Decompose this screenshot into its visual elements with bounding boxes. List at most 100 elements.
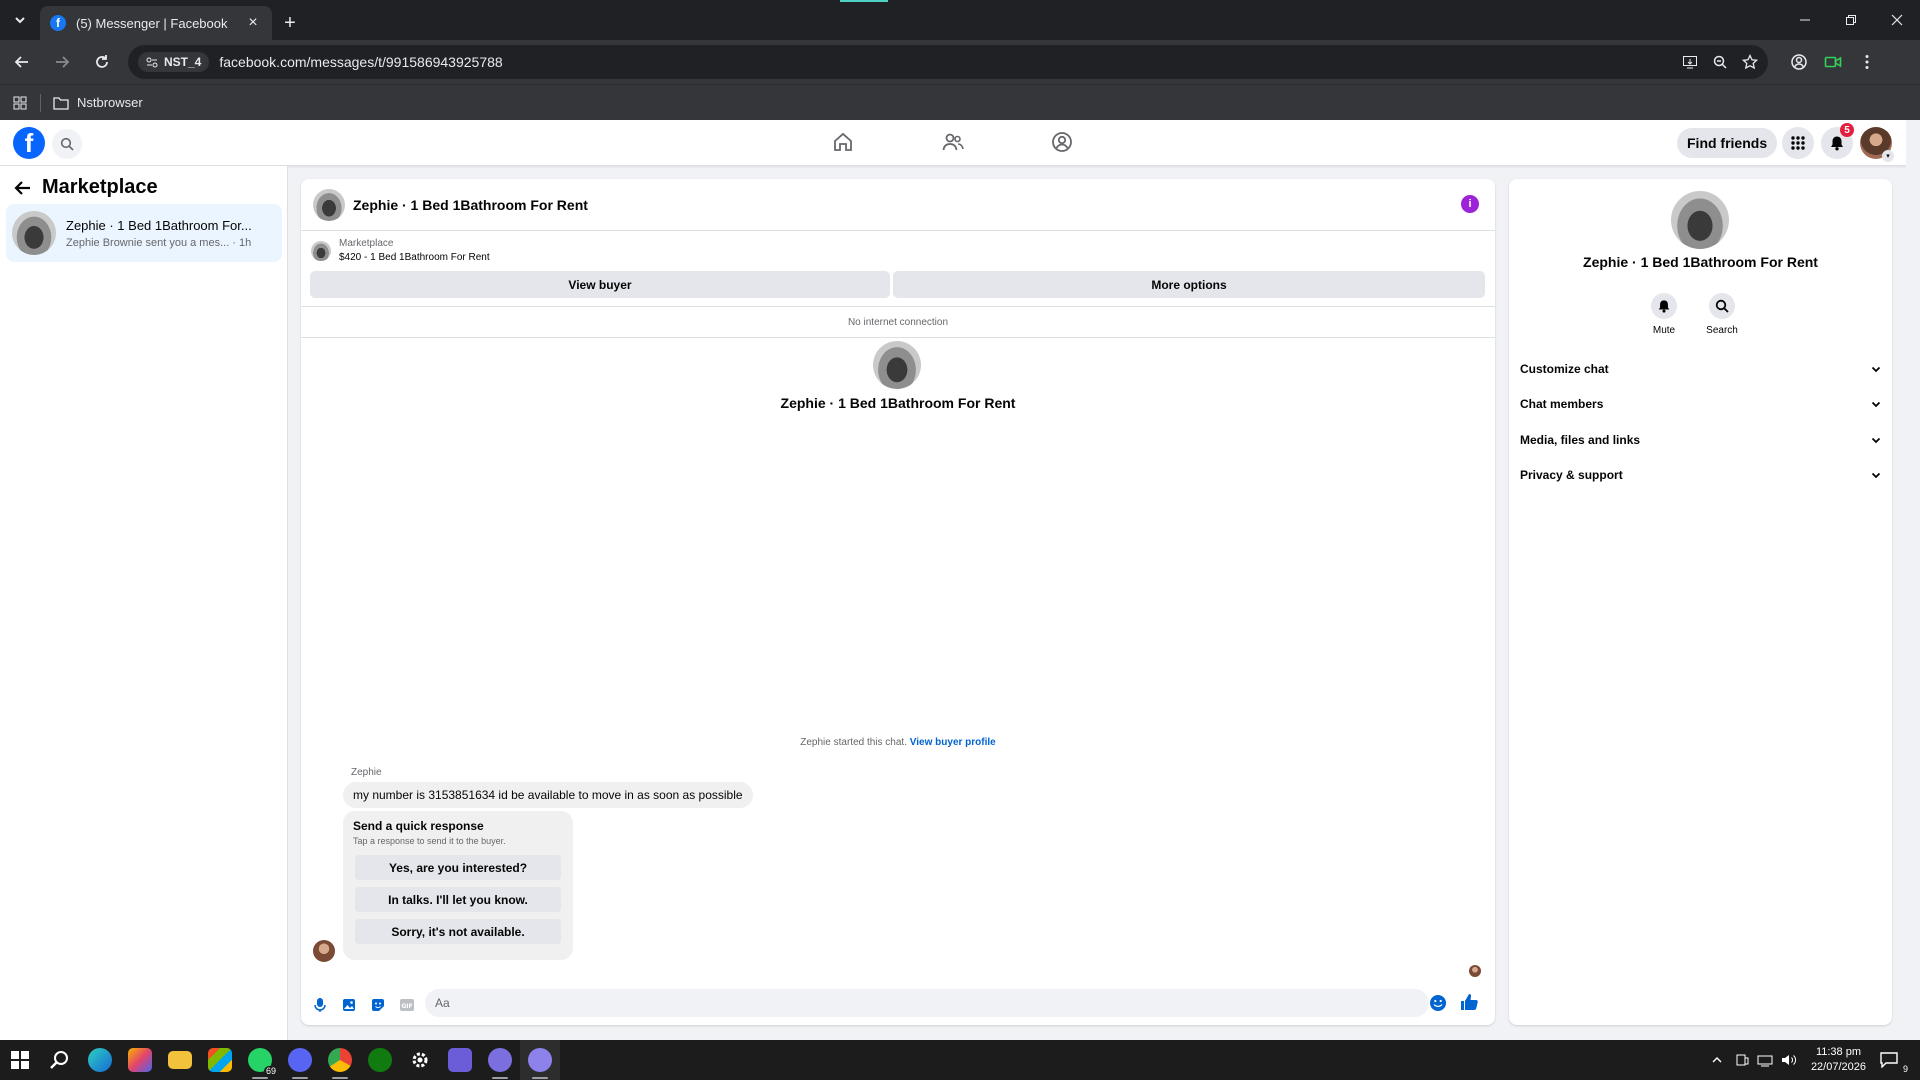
discord-app[interactable] bbox=[280, 1040, 320, 1080]
search-in-chat-button[interactable] bbox=[1709, 293, 1735, 319]
send-like-button[interactable] bbox=[1459, 992, 1479, 1012]
menu-button[interactable] bbox=[1782, 127, 1814, 159]
device-icon[interactable] bbox=[1735, 1053, 1749, 1067]
section-media-files-links[interactable]: Media, files and links bbox=[1520, 425, 1881, 455]
notification-center-button[interactable]: 9 bbox=[1880, 1052, 1910, 1074]
copilot-app[interactable] bbox=[120, 1040, 160, 1080]
page-scrollbar[interactable] bbox=[1906, 120, 1920, 1040]
folder-icon bbox=[168, 1051, 192, 1069]
message-bubble[interactable]: my number is 3153851634 id be available … bbox=[343, 782, 753, 808]
quick-response-subtitle: Tap a response to send it to the buyer. bbox=[353, 836, 506, 846]
search-icon bbox=[1715, 299, 1729, 313]
svg-text:GIF: GIF bbox=[401, 1003, 412, 1010]
chat-title[interactable]: Zephie · 1 Bed 1Bathroom For Rent bbox=[353, 197, 588, 213]
browser-app-1[interactable] bbox=[480, 1040, 520, 1080]
section-customize-chat[interactable]: Customize chat bbox=[1520, 354, 1881, 384]
more-vertical-icon[interactable] bbox=[1858, 53, 1876, 71]
sticker-button[interactable] bbox=[368, 995, 388, 1015]
attach-photo-button[interactable] bbox=[339, 995, 359, 1015]
message-input[interactable] bbox=[425, 989, 1429, 1017]
browser-toolbar: NST_4 facebook.com/messages/t/9915869439… bbox=[0, 40, 1920, 84]
chrome-app[interactable] bbox=[320, 1040, 360, 1080]
account-icon[interactable] bbox=[1790, 53, 1808, 71]
clock[interactable]: 11:38 pm 22/07/2026 bbox=[1811, 1045, 1866, 1075]
browser-tab-strip: f (5) Messenger | Facebook × + bbox=[0, 0, 1920, 40]
file-explorer-app[interactable] bbox=[160, 1040, 200, 1080]
quick-response-option[interactable]: Sorry, it's not available. bbox=[355, 919, 561, 944]
quick-response-option[interactable]: Yes, are you interested? bbox=[355, 855, 561, 880]
minimize-button[interactable] bbox=[1782, 0, 1828, 40]
section-privacy-support[interactable]: Privacy & support bbox=[1520, 460, 1881, 490]
chat-started-notice: Zephie started this chat. View buyer pro… bbox=[301, 737, 1495, 748]
windows-taskbar: 69 11:38 pm 22/07/2026 9 bbox=[0, 1040, 1920, 1080]
details-avatar[interactable] bbox=[1671, 191, 1729, 249]
view-buyer-button[interactable]: View buyer bbox=[310, 271, 890, 298]
profile-chip[interactable]: NST_4 bbox=[138, 52, 210, 72]
voice-clip-button[interactable] bbox=[310, 995, 330, 1015]
start-button[interactable] bbox=[0, 1040, 40, 1080]
nav-profile-button[interactable] bbox=[1051, 131, 1073, 153]
clock-time: 11:38 pm bbox=[1815, 1046, 1861, 1058]
view-buyer-profile-link[interactable]: View buyer profile bbox=[910, 737, 996, 748]
search-label: Search bbox=[1706, 325, 1738, 336]
store-app[interactable] bbox=[200, 1040, 240, 1080]
video-camera-icon[interactable] bbox=[1824, 53, 1842, 71]
reload-button[interactable] bbox=[84, 44, 120, 80]
more-options-button[interactable]: More options bbox=[893, 271, 1485, 298]
tab-search-button[interactable] bbox=[0, 0, 40, 40]
quick-response-title: Send a quick response bbox=[353, 819, 484, 833]
search-action[interactable]: Search bbox=[1697, 293, 1747, 336]
gif-button[interactable]: GIF bbox=[397, 995, 417, 1015]
mute-action[interactable]: Mute bbox=[1639, 293, 1689, 336]
image-icon bbox=[343, 999, 355, 1011]
back-button[interactable] bbox=[4, 44, 40, 80]
chevron-down-icon bbox=[1871, 472, 1881, 479]
xbox-app[interactable] bbox=[360, 1040, 400, 1080]
taskbar-search-button[interactable] bbox=[40, 1040, 80, 1080]
chat-header-avatar[interactable] bbox=[313, 188, 345, 221]
restore-button[interactable] bbox=[1828, 0, 1874, 40]
chat-panel: Zephie · 1 Bed 1Bathroom For Rent i Mark… bbox=[301, 179, 1495, 1025]
install-app-icon[interactable] bbox=[1682, 54, 1698, 70]
settings-app[interactable] bbox=[400, 1040, 440, 1080]
facebook-logo-icon[interactable]: f bbox=[13, 127, 45, 159]
info-icon[interactable]: i bbox=[1461, 195, 1479, 213]
find-friends-button[interactable]: Find friends bbox=[1677, 128, 1778, 158]
thread-item[interactable]: Zephie · 1 Bed 1Bathroom For... Zephie B… bbox=[6, 204, 282, 262]
nav-home-button[interactable] bbox=[832, 131, 854, 153]
marketplace-heading: Marketplace bbox=[42, 176, 158, 198]
browser-app-2[interactable] bbox=[520, 1040, 560, 1080]
gif-icon: GIF bbox=[400, 999, 414, 1011]
new-tab-button[interactable]: + bbox=[272, 6, 308, 40]
back-arrow-icon[interactable] bbox=[14, 179, 32, 197]
quick-response-option[interactable]: In talks. I'll let you know. bbox=[355, 887, 561, 912]
nav-friends-button[interactable] bbox=[942, 131, 964, 153]
address-bar[interactable]: NST_4 facebook.com/messages/t/9915869439… bbox=[128, 45, 1768, 79]
sender-avatar[interactable] bbox=[313, 940, 335, 962]
tab-title: (5) Messenger | Facebook bbox=[76, 15, 228, 31]
zoom-icon[interactable] bbox=[1712, 54, 1728, 70]
network-icon[interactable] bbox=[1757, 1053, 1773, 1067]
account-chevron-icon[interactable]: ▾ bbox=[1882, 150, 1894, 162]
speaker-icon[interactable] bbox=[1781, 1053, 1797, 1067]
browser-tab-messenger[interactable]: f (5) Messenger | Facebook × bbox=[40, 6, 272, 40]
section-label: Chat members bbox=[1520, 397, 1604, 411]
apps-shortcut[interactable] bbox=[0, 96, 40, 110]
section-label: Media, files and links bbox=[1520, 433, 1641, 447]
forward-button[interactable] bbox=[44, 44, 80, 80]
facebook-search-button[interactable] bbox=[52, 129, 82, 159]
tab-close-icon[interactable]: × bbox=[244, 14, 262, 32]
star-icon[interactable] bbox=[1742, 54, 1758, 70]
mute-button[interactable] bbox=[1651, 293, 1677, 319]
edge-icon bbox=[88, 1048, 112, 1072]
whatsapp-app[interactable]: 69 bbox=[240, 1040, 280, 1080]
section-chat-members[interactable]: Chat members bbox=[1520, 389, 1881, 419]
listing-summary[interactable]: Marketplace $420 - 1 Bed 1Bathroom For R… bbox=[311, 237, 490, 265]
bookmark-folder-nstbrowser[interactable]: Nstbrowser bbox=[53, 95, 143, 110]
edge-app[interactable] bbox=[80, 1040, 120, 1080]
emoji-button[interactable] bbox=[1429, 994, 1447, 1012]
nstbrowser-app[interactable] bbox=[440, 1040, 480, 1080]
close-window-button[interactable] bbox=[1874, 0, 1920, 40]
chat-profile-avatar[interactable] bbox=[873, 341, 921, 389]
chevron-up-icon[interactable] bbox=[1711, 1054, 1723, 1066]
